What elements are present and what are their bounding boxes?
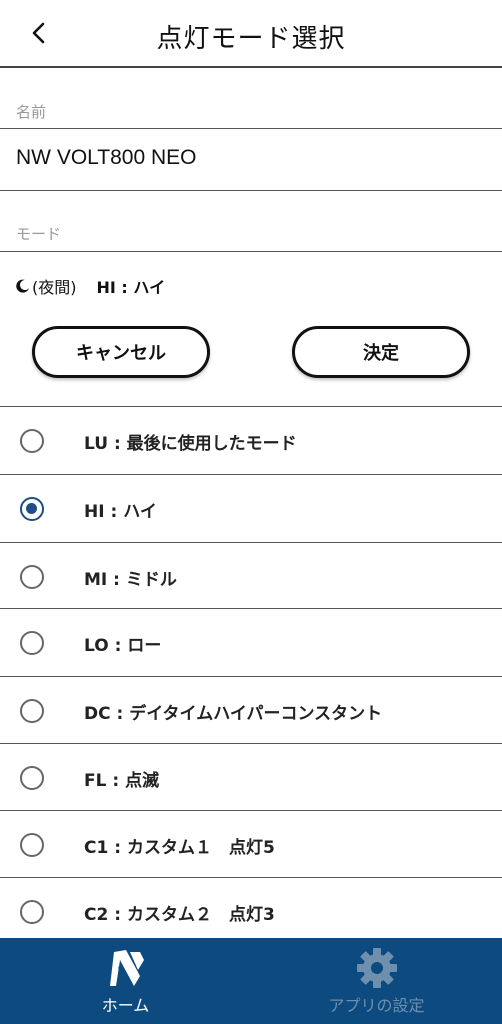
brand-logo-icon bbox=[109, 950, 144, 988]
cancel-button[interactable]: キャンセル bbox=[32, 326, 210, 378]
tab-home[interactable]: ホーム bbox=[0, 938, 251, 1024]
mode-option-label: FL : 点滅 bbox=[84, 771, 160, 791]
radio-button[interactable] bbox=[20, 429, 44, 453]
page-title: 点灯モード選択 bbox=[156, 24, 346, 54]
mode-option-label: MI : ミドル bbox=[84, 570, 177, 590]
app-header: 点灯モード選択 bbox=[0, 0, 502, 68]
tab-settings-label: アプリの設定 bbox=[328, 996, 425, 1015]
mode-option-c2[interactable]: C2 : カスタム２ 点灯3 bbox=[0, 877, 502, 945]
mode-option-fl[interactable]: FL : 点滅 bbox=[0, 743, 502, 811]
mode-option-label: HI : ハイ bbox=[84, 502, 157, 522]
mode-section-label: モード bbox=[16, 225, 62, 243]
radio-button[interactable] bbox=[20, 900, 44, 924]
mode-option-lu[interactable]: LU : 最後に使用したモード bbox=[0, 406, 502, 474]
radio-button[interactable] bbox=[20, 766, 44, 790]
gear-icon bbox=[356, 948, 397, 988]
moon-icon bbox=[16, 279, 29, 293]
mode-option-label: LO : ロー bbox=[84, 636, 162, 656]
mode-option-label: DC : デイタイムハイパーコンスタント bbox=[84, 704, 383, 724]
radio-button[interactable] bbox=[20, 699, 44, 723]
mode-option-label: C2 : カスタム２ 点灯3 bbox=[84, 905, 275, 925]
confirm-button[interactable]: 決定 bbox=[292, 326, 470, 378]
device-name-value: NW VOLT800 NEO bbox=[16, 146, 197, 169]
mode-option-mi[interactable]: MI : ミドル bbox=[0, 542, 502, 610]
radio-button[interactable] bbox=[20, 497, 44, 521]
radio-button[interactable] bbox=[20, 631, 44, 655]
current-mode-display: (夜間) HI : ハイ bbox=[16, 274, 165, 298]
mode-option-c1[interactable]: C1 : カスタム１ 点灯5 bbox=[0, 810, 502, 878]
tab-home-label: ホーム bbox=[101, 996, 150, 1015]
tab-settings[interactable]: アプリの設定 bbox=[251, 938, 502, 1024]
mode-option-label: C1 : カスタム１ 点灯5 bbox=[84, 838, 275, 858]
radio-button[interactable] bbox=[20, 565, 44, 589]
mode-option-dc[interactable]: DC : デイタイムハイパーコンスタント bbox=[0, 676, 502, 744]
mode-option-lo[interactable]: LO : ロー bbox=[0, 608, 502, 676]
divider bbox=[0, 190, 502, 191]
divider bbox=[0, 251, 502, 252]
mode-option-label: LU : 最後に使用したモード bbox=[84, 434, 297, 454]
night-label: (夜間) bbox=[32, 278, 77, 297]
divider bbox=[0, 128, 502, 129]
mode-option-hi[interactable]: HI : ハイ bbox=[0, 474, 502, 542]
radio-button[interactable] bbox=[20, 833, 44, 857]
bottom-tab-bar: ホーム アプリの設定 bbox=[0, 938, 502, 1024]
name-section-label: 名前 bbox=[16, 103, 47, 121]
current-mode-label: HI : ハイ bbox=[96, 278, 166, 297]
